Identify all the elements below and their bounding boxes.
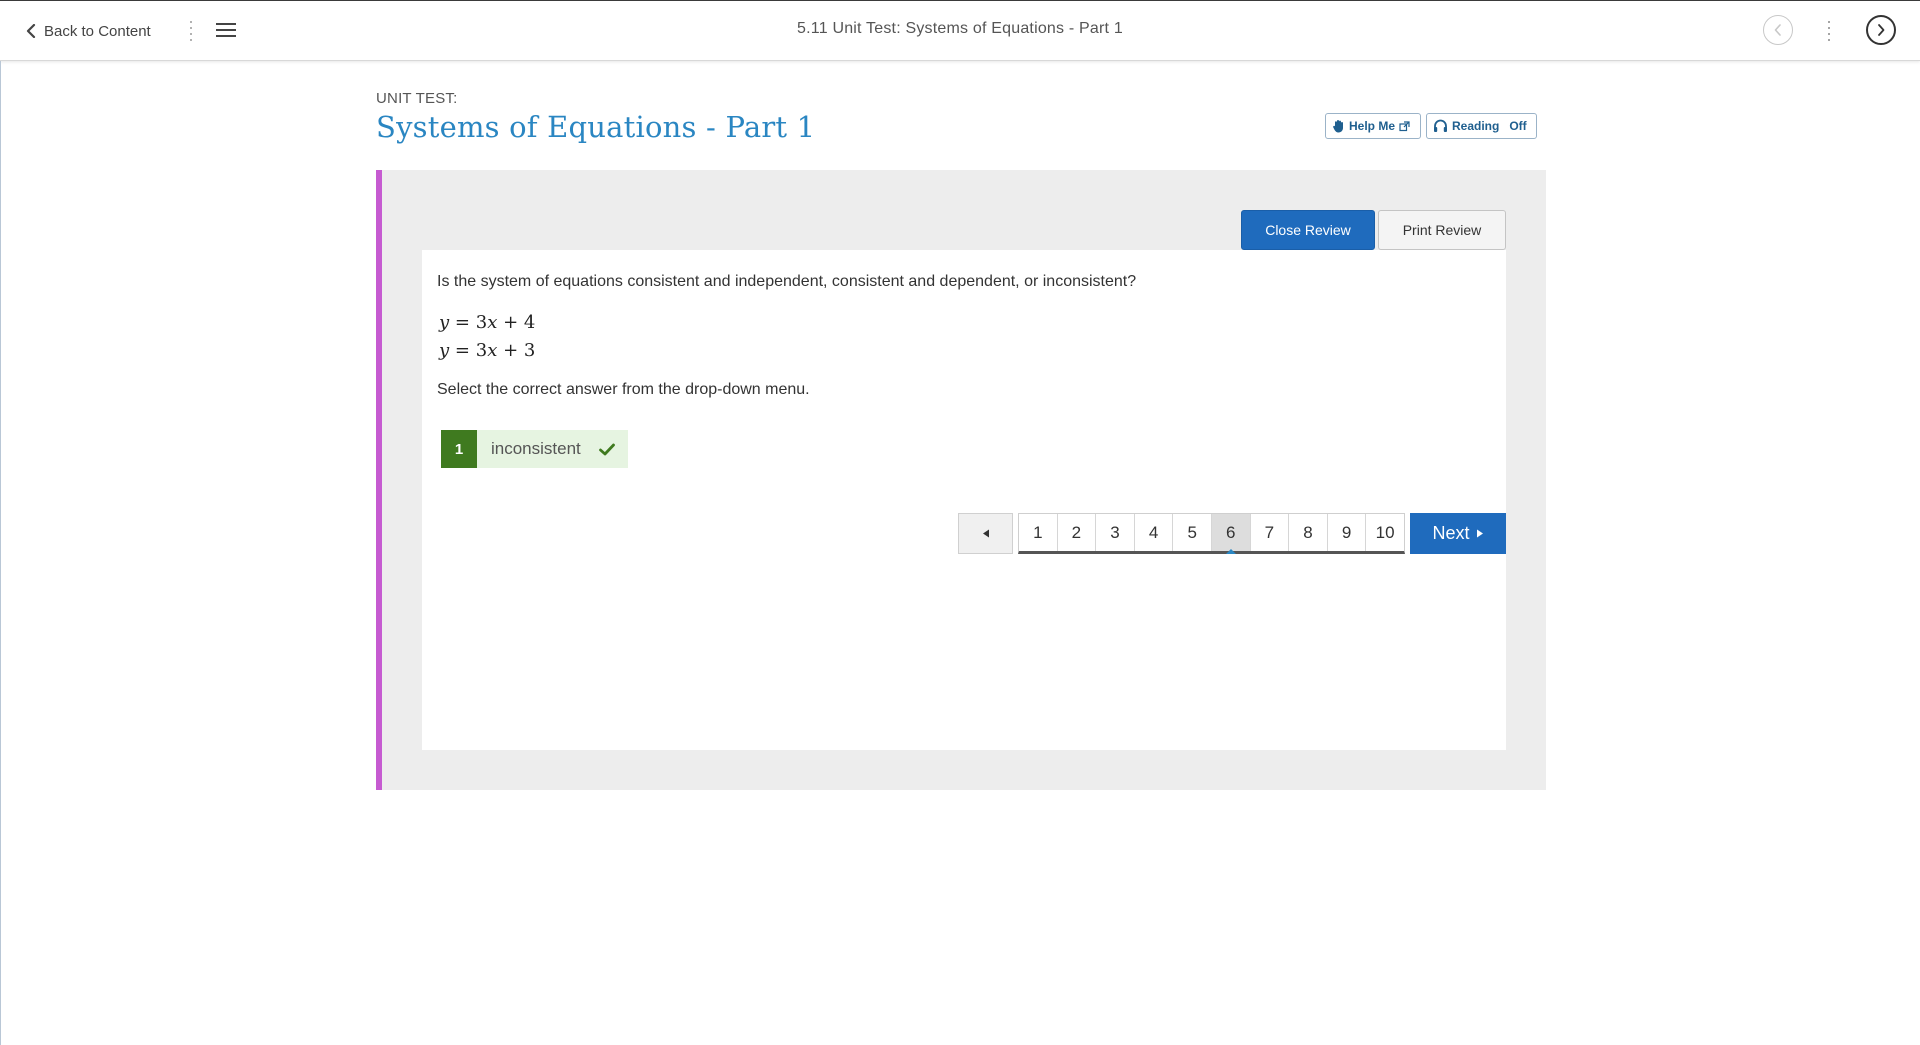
help-me-label: Help Me [1349,119,1396,133]
next-question-button[interactable]: Next [1410,513,1506,554]
close-review-button[interactable]: Close Review [1241,210,1375,250]
previous-activity-button[interactable] [1763,15,1793,45]
left-edge-line [0,61,1,1045]
page-button-4[interactable]: 4 [1134,514,1174,551]
question-pagination: 1 2 3 4 5 6 7 8 9 10 [1018,513,1405,554]
page-button-10[interactable]: 10 [1366,514,1404,551]
question-instruction: Select the correct answer from the drop-… [437,381,810,398]
circle-chevron-left-icon [1774,24,1781,36]
page-button-6[interactable]: 6 [1211,514,1251,554]
question-prompt: Is the system of equations consistent an… [437,273,1137,290]
external-link-icon [1399,120,1410,131]
next-label: Next [1432,523,1470,543]
page-button-5[interactable]: 5 [1173,514,1212,551]
reading-toggle-button[interactable]: Reading Off [1426,113,1537,139]
reading-label: Reading [1452,119,1500,133]
headphones-icon [1434,119,1447,132]
print-review-button[interactable]: Print Review [1378,210,1506,250]
page-button-2[interactable]: 2 [1057,514,1097,551]
activity-title: 5.11 Unit Test: Systems of Equations - P… [797,20,1123,37]
checkmark-icon [598,430,615,468]
page-title: Systems of Equations - Part 1 [376,110,816,144]
page-button-9[interactable]: 9 [1327,514,1367,551]
previous-question-button[interactable] [958,513,1013,554]
next-activity-button[interactable] [1866,15,1896,45]
answer-dropdown[interactable]: 1 inconsistent [441,430,628,468]
hand-icon [1333,120,1343,133]
equation-2: y = 3x + 3 [439,340,536,361]
answer-number-badge: 1 [441,430,477,468]
page-button-8[interactable]: 8 [1289,514,1328,551]
page-button-1[interactable]: 1 [1019,514,1058,551]
help-me-button[interactable]: Help Me [1325,113,1421,139]
kebab-menu-icon[interactable] [1827,21,1831,45]
page-button-3[interactable]: 3 [1096,514,1135,551]
top-bar: Back to Content 5.11 Unit Test: Systems … [0,0,1920,61]
triangle-right-icon [1476,529,1483,538]
circle-chevron-right-icon [1878,24,1885,36]
answer-value: inconsistent [491,439,581,458]
equation-1: y = 3x + 4 [439,312,536,333]
page-button-7[interactable]: 7 [1250,514,1290,551]
reading-state: Off [1509,119,1527,133]
test-type-label: UNIT TEST: [376,90,458,107]
question-card [422,250,1506,750]
triangle-left-icon [982,529,989,538]
